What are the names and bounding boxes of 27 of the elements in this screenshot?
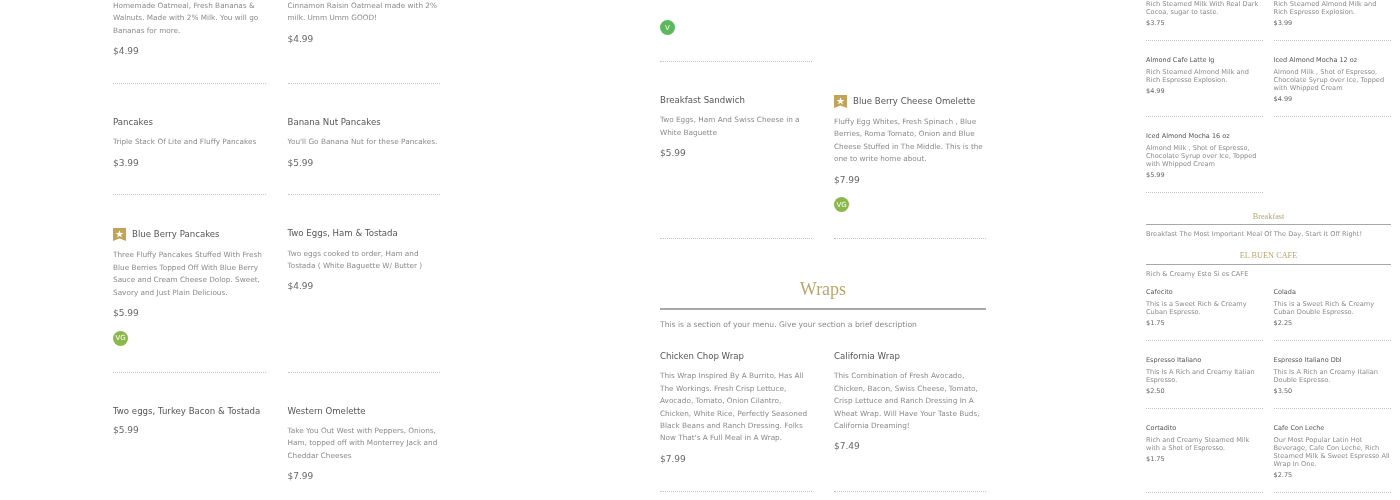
item-price: $5.99 bbox=[113, 425, 139, 436]
star-ribbon-icon bbox=[834, 95, 847, 108]
item-name: Blue Berry Pancakes bbox=[132, 229, 220, 241]
star-ribbon-icon bbox=[113, 228, 126, 242]
item-price: $7.99 bbox=[660, 453, 686, 465]
item-price: $5.99 bbox=[660, 148, 686, 159]
item-price: $5.99 bbox=[287, 157, 314, 169]
item-name: Pancakes bbox=[113, 117, 153, 129]
item-name: Banana Nut Pancakes bbox=[287, 117, 381, 129]
item-name: Two Eggs, Ham & Tostada bbox=[287, 228, 398, 240]
section-title: EL BUEN CAFE bbox=[1146, 251, 1391, 265]
item-price: $7.99 bbox=[287, 471, 314, 482]
item-name: Blue Berry Cheese Omelette bbox=[853, 95, 976, 108]
item-price: $3.99 bbox=[113, 157, 139, 169]
item-price: $5.99 bbox=[113, 308, 139, 319]
section-title: Wraps bbox=[660, 279, 986, 311]
item-price: $7.49 bbox=[834, 441, 860, 453]
section-title: Breakfast bbox=[1146, 211, 1391, 226]
item-price: $7.99 bbox=[834, 174, 860, 186]
item-price: $4.99 bbox=[113, 46, 139, 57]
item-name: Western Omelette bbox=[287, 405, 366, 417]
item-name: Breakfast Sandwich bbox=[660, 95, 745, 107]
item-name: California Wrap bbox=[834, 351, 900, 363]
item-price: $4.99 bbox=[287, 281, 314, 293]
item-price: $4.99 bbox=[287, 33, 314, 45]
item-name: Two eggs, Turkey Bacon & Tostada bbox=[113, 405, 261, 417]
item-name: Chicken Chop Wrap bbox=[660, 351, 744, 363]
